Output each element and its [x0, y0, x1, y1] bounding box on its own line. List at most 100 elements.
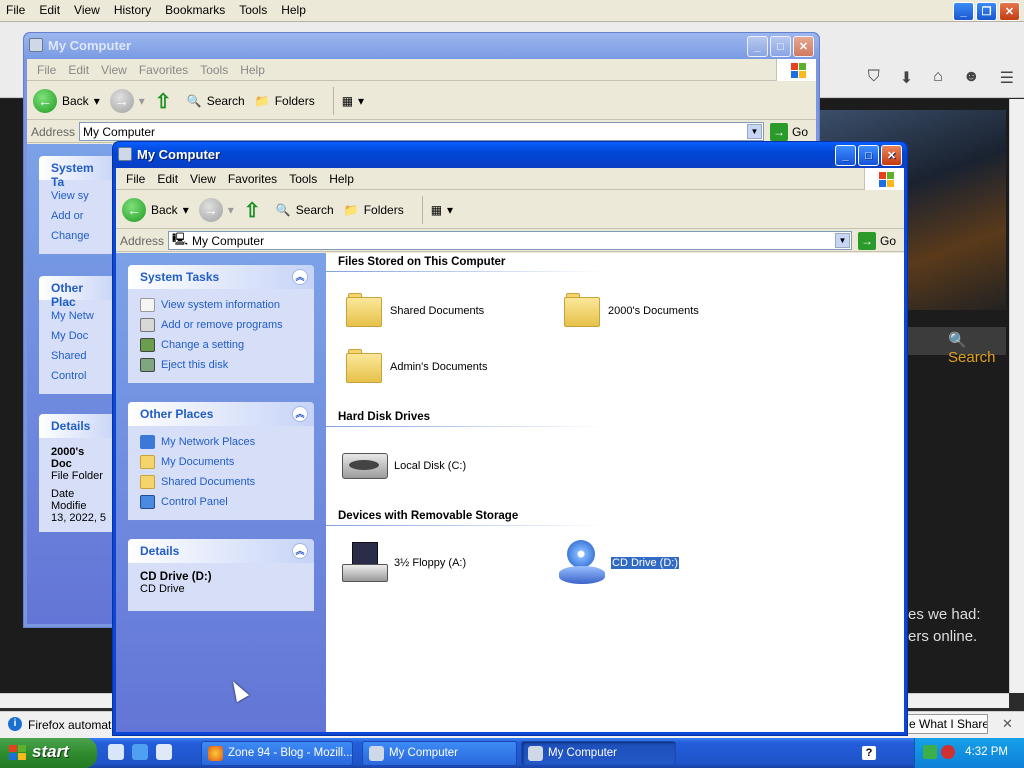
menu-view[interactable]: View: [95, 59, 133, 80]
notification-close-icon[interactable]: ✕: [1002, 716, 1013, 732]
ff-close-button[interactable]: ✕: [999, 2, 1020, 21]
menu-edit[interactable]: Edit: [62, 59, 95, 80]
ff-menu-history[interactable]: History: [114, 3, 151, 17]
forward-arrow-icon: →: [109, 88, 134, 113]
menu-edit[interactable]: Edit: [151, 168, 184, 189]
search-button[interactable]: 🔍 Search: [276, 203, 334, 217]
system-tasks-header[interactable]: System Tasks ︽: [128, 265, 314, 289]
search-button[interactable]: 🔍 Search: [187, 94, 245, 108]
ff-menu-view[interactable]: View: [74, 3, 100, 17]
other-places-header[interactable]: Other Plac: [39, 276, 119, 309]
place-link[interactable]: My Netw: [51, 306, 107, 326]
media-player-icon[interactable]: [156, 744, 172, 760]
window-title: My Computer: [137, 147, 221, 162]
place-link[interactable]: Control: [51, 366, 107, 386]
share-button[interactable]: e What I Share: [904, 714, 988, 734]
maximize-button[interactable]: □: [770, 36, 791, 57]
title-bar[interactable]: My Computer _ □ ✕: [113, 142, 907, 168]
ff-minimize-button[interactable]: _: [953, 2, 974, 21]
folders-button[interactable]: 📁 Folders: [255, 94, 315, 108]
task-eject-disk[interactable]: Eject this disk: [140, 355, 302, 375]
details-header[interactable]: Details: [39, 414, 119, 438]
task-link[interactable]: Change: [51, 226, 107, 246]
minimize-button[interactable]: _: [835, 145, 856, 166]
home-icon[interactable]: ⌂: [933, 68, 943, 88]
folder-2000s-documents[interactable]: 2000's Documents: [564, 293, 699, 329]
close-button[interactable]: ✕: [793, 36, 814, 57]
place-my-documents[interactable]: My Documents: [140, 452, 302, 472]
menu-help[interactable]: Help: [234, 59, 271, 80]
security-shield-icon[interactable]: [941, 745, 955, 759]
address-field[interactable]: My Computer ▼: [79, 122, 764, 141]
collapse-icon[interactable]: ︽: [292, 269, 308, 285]
taskbar-button-my-computer[interactable]: My Computer: [362, 741, 517, 766]
start-button[interactable]: start: [0, 738, 97, 768]
menu-tools[interactable]: Tools: [194, 59, 234, 80]
menu-tools[interactable]: Tools: [283, 168, 323, 189]
details-header[interactable]: Details ︽: [128, 539, 314, 563]
address-dropdown-icon[interactable]: ▼: [834, 233, 850, 248]
system-tasks-header[interactable]: System Ta: [39, 156, 119, 189]
title-bar[interactable]: My Computer _ □ ✕: [24, 33, 819, 59]
go-button[interactable]: → Go: [852, 231, 904, 250]
task-link[interactable]: Add or: [51, 206, 107, 226]
menu-file[interactable]: File: [31, 59, 62, 80]
menu-favorites[interactable]: Favorites: [222, 168, 283, 189]
close-button[interactable]: ✕: [881, 145, 902, 166]
forward-button[interactable]: → ▾: [109, 88, 145, 113]
menu-icon[interactable]: ☰: [1000, 68, 1014, 88]
ff-menu-edit[interactable]: Edit: [39, 3, 60, 17]
place-my-network-places[interactable]: My Network Places: [140, 432, 302, 452]
up-button[interactable]: ⇧: [155, 89, 177, 113]
menu-favorites[interactable]: Favorites: [133, 59, 194, 80]
chat-icon[interactable]: ☻: [963, 68, 980, 88]
menu-view[interactable]: View: [184, 168, 222, 189]
network-tray-icon[interactable]: [923, 745, 937, 759]
collapse-icon[interactable]: ︽: [292, 406, 308, 422]
page-search-button[interactable]: 🔍Search: [944, 327, 1006, 366]
minimize-button[interactable]: _: [747, 36, 768, 57]
task-add-remove-programs[interactable]: Add or remove programs: [140, 315, 302, 335]
folder-shared-documents[interactable]: Shared Documents: [346, 293, 484, 329]
internet-explorer-icon[interactable]: [132, 744, 148, 760]
pocket-icon[interactable]: ⛉: [868, 68, 880, 88]
back-button[interactable]: ← Back ▾: [122, 197, 189, 222]
task-change-setting[interactable]: Change a setting: [140, 335, 302, 355]
clock[interactable]: 4:32 PM: [965, 746, 1008, 758]
ff-menu-help[interactable]: Help: [281, 3, 306, 17]
ff-menu-file[interactable]: File: [6, 3, 25, 17]
vertical-scrollbar[interactable]: [1009, 99, 1024, 693]
views-button[interactable]: ▦ ▾: [342, 94, 364, 108]
up-button[interactable]: ⇧: [244, 198, 266, 222]
taskbar-button-my-computer-active[interactable]: My Computer: [521, 741, 676, 766]
folder-admins-documents[interactable]: Admin's Documents: [346, 349, 487, 385]
taskbar-button-firefox[interactable]: Zone 94 - Blog - Mozill...: [201, 741, 353, 766]
address-field[interactable]: 🖳 My Computer ▼: [168, 231, 852, 250]
place-link[interactable]: Shared: [51, 346, 107, 366]
place-shared-documents[interactable]: Shared Documents: [140, 472, 302, 492]
drive-floppy-a[interactable]: 3½ Floppy (A:): [342, 542, 466, 584]
collapse-icon[interactable]: ︽: [292, 543, 308, 559]
drive-cd-d[interactable]: CD Drive (D:): [559, 540, 680, 586]
views-button[interactable]: ▦ ▾: [431, 203, 453, 217]
folder-icon: [140, 475, 155, 489]
ff-menu-bookmarks[interactable]: Bookmarks: [165, 3, 225, 17]
help-icon[interactable]: ?: [862, 746, 876, 760]
place-control-panel[interactable]: Control Panel: [140, 492, 302, 512]
ff-restore-button[interactable]: ❐: [976, 2, 997, 21]
task-view-system-info[interactable]: View system information: [140, 295, 302, 315]
menu-help[interactable]: Help: [323, 168, 360, 189]
back-button[interactable]: ← Back ▾: [33, 88, 100, 113]
download-icon[interactable]: ⬇: [900, 68, 913, 88]
folders-button[interactable]: 📁 Folders: [344, 203, 404, 217]
drive-local-disk-c[interactable]: Local Disk (C:): [342, 453, 466, 479]
menu-file[interactable]: File: [120, 168, 151, 189]
task-link[interactable]: View sy: [51, 186, 107, 206]
ff-menu-tools[interactable]: Tools: [239, 3, 267, 17]
desktop-icon[interactable]: [108, 744, 124, 760]
forward-button[interactable]: → ▾: [198, 197, 234, 222]
place-link[interactable]: My Doc: [51, 326, 107, 346]
other-places-header[interactable]: Other Places ︽: [128, 402, 314, 426]
go-button[interactable]: → Go: [764, 122, 816, 141]
maximize-button[interactable]: □: [858, 145, 879, 166]
